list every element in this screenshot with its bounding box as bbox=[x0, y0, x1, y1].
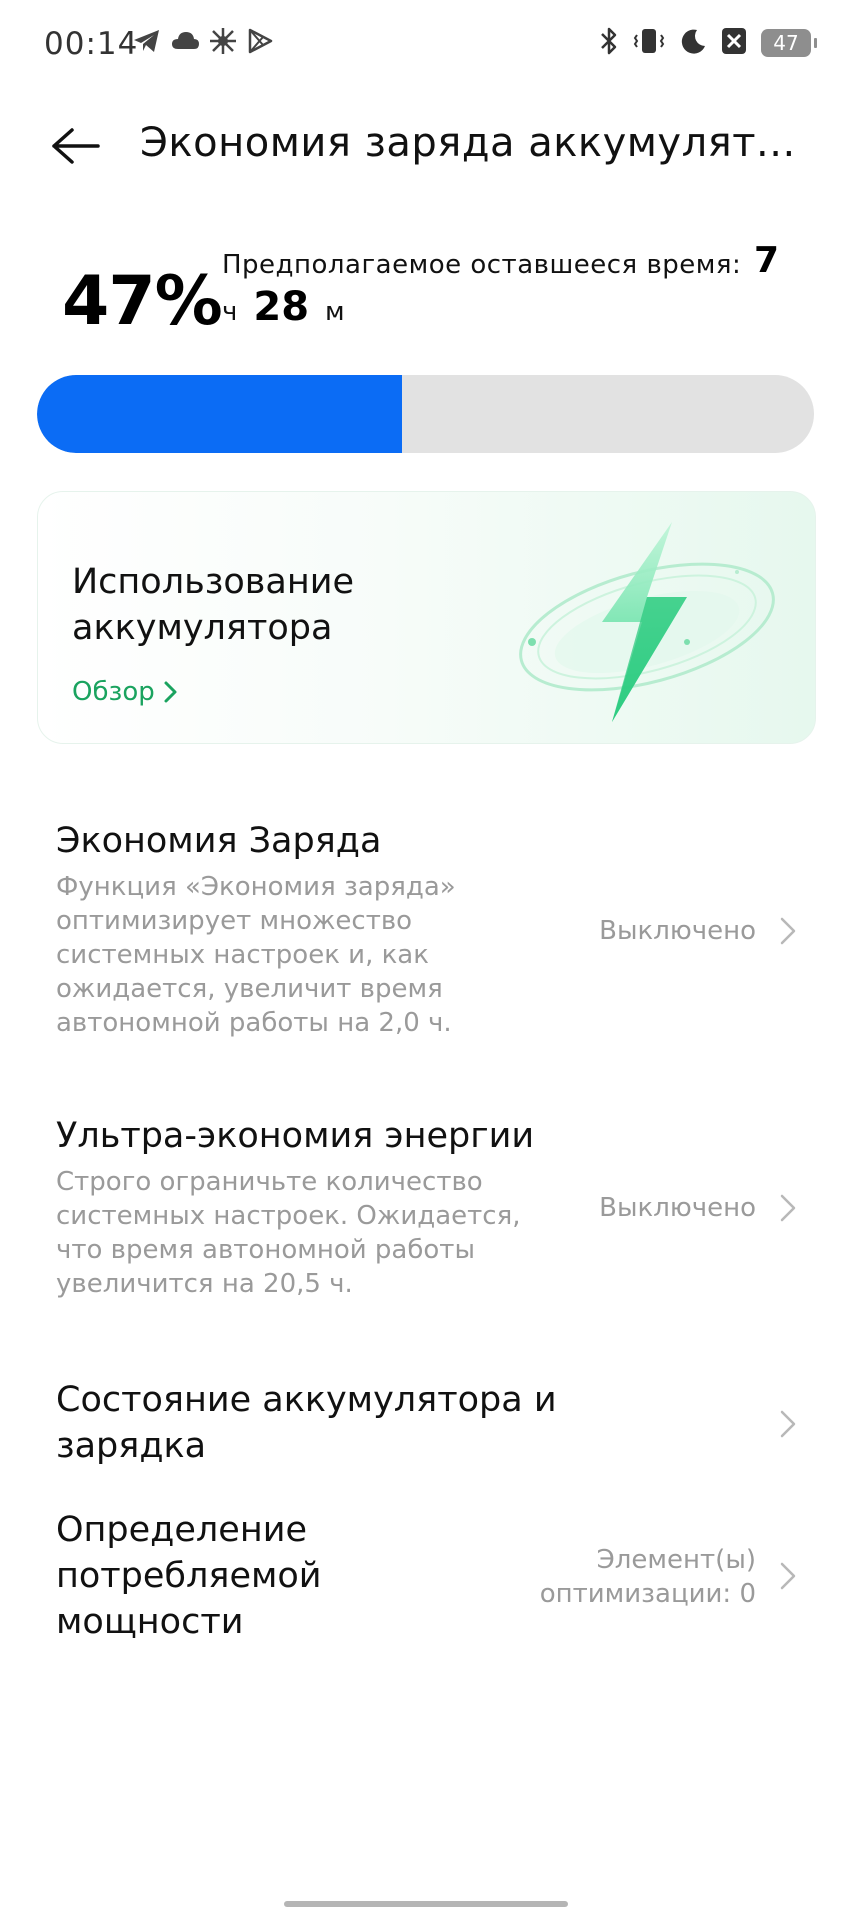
no-sim-icon bbox=[721, 27, 747, 59]
battery-health-setting[interactable]: Состояние аккумулятора и зарядка bbox=[0, 1377, 851, 1477]
battery-saver-setting[interactable]: Экономия Заряда Функция «Экономия заряда… bbox=[0, 818, 851, 1048]
chevron-right-icon bbox=[780, 1562, 796, 1590]
power-consumption-title: Определение потребляемой мощности bbox=[56, 1510, 322, 1642]
remaining-hours: 7 bbox=[754, 240, 780, 281]
remaining-time: ч 28 м bbox=[222, 284, 345, 330]
battery-icon: 47 bbox=[761, 29, 817, 57]
back-button[interactable] bbox=[44, 116, 104, 176]
chevron-right-icon bbox=[780, 917, 796, 945]
ultra-power-saving-description: Строго ограничьте количество системных н… bbox=[56, 1167, 521, 1299]
overview-link[interactable]: Обзор bbox=[72, 677, 179, 707]
play-store-icon bbox=[246, 27, 274, 55]
chevron-right-icon bbox=[780, 1410, 796, 1438]
moon-icon bbox=[679, 27, 707, 59]
vibrate-icon bbox=[633, 26, 665, 60]
remaining-time-label: Предполагаемое оставшееся время: bbox=[222, 250, 742, 280]
telegram-icon bbox=[132, 27, 162, 55]
notification-icons bbox=[132, 26, 274, 56]
battery-level-text: 47 bbox=[773, 31, 799, 55]
battery-level-fill bbox=[37, 375, 403, 453]
battery-health-title: Состояние аккумулятора и зарядка bbox=[56, 1380, 557, 1466]
bluetooth-icon bbox=[599, 26, 619, 60]
ultra-power-saving-setting[interactable]: Ультра-экономия энергии Строго ограничьт… bbox=[0, 1113, 851, 1313]
lightning-bolt-icon bbox=[519, 522, 775, 722]
page-title: Экономия заряда аккумулят... bbox=[140, 120, 796, 166]
system-icons: 47 bbox=[599, 26, 817, 60]
battery-saver-description: Функция «Экономия заряда» оптимизирует м… bbox=[56, 872, 456, 1038]
battery-saver-title: Экономия Заряда bbox=[56, 821, 382, 861]
battery-usage-title: Использование аккумулятора bbox=[72, 562, 354, 648]
battery-saver-status: Выключено bbox=[599, 916, 756, 946]
status-time: 00:14 bbox=[44, 26, 139, 62]
remaining-minutes: 28 bbox=[253, 284, 310, 330]
cloud-icon bbox=[170, 29, 200, 53]
sparkle-icon bbox=[208, 26, 238, 56]
battery-usage-card[interactable]: Использование аккумулятора Обзор bbox=[37, 491, 816, 744]
chevron-right-icon bbox=[164, 681, 177, 703]
battery-percent: 47% bbox=[62, 262, 223, 341]
ultra-power-saving-title: Ультра-экономия энергии bbox=[56, 1116, 535, 1156]
header: Экономия заряда аккумулят... bbox=[0, 110, 851, 180]
battery-level-bar bbox=[37, 375, 814, 453]
hours-unit: ч bbox=[222, 297, 238, 327]
overview-link-label: Обзор bbox=[72, 677, 155, 707]
arrow-left-icon bbox=[52, 128, 100, 164]
minutes-unit: м bbox=[325, 297, 345, 327]
home-indicator[interactable] bbox=[284, 1901, 568, 1907]
power-consumption-status: Элемент(ы) оптимизации: 0 bbox=[539, 1545, 756, 1609]
power-consumption-setting[interactable]: Определение потребляемой мощности Элемен… bbox=[0, 1507, 851, 1657]
status-bar: 00:14 47 bbox=[0, 0, 851, 92]
chevron-right-icon bbox=[780, 1194, 796, 1222]
ultra-power-saving-status: Выключено bbox=[599, 1193, 756, 1223]
